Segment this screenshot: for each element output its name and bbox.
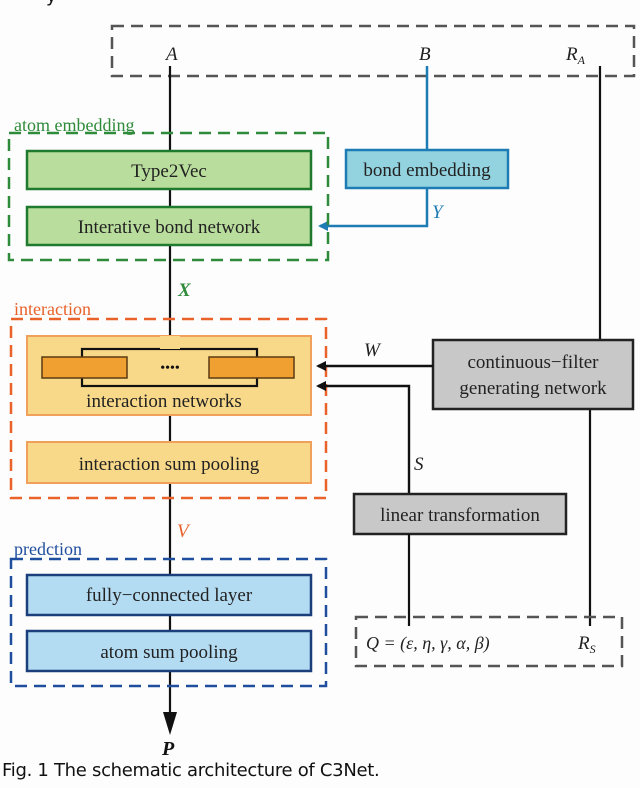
s-arrow-line bbox=[316, 381, 411, 494]
var-w: W bbox=[364, 340, 382, 361]
input-b: B bbox=[419, 44, 431, 65]
y-arrow-line bbox=[318, 188, 429, 231]
interaction-label: interaction bbox=[14, 299, 91, 319]
fully-connected-layer-label: fully−connected layer bbox=[86, 585, 253, 606]
input-q: Q = (ε, η, γ, α, β) bbox=[366, 633, 490, 654]
atom-sum-pooling-label: atom sum pooling bbox=[100, 642, 238, 663]
loop-frame-mask bbox=[160, 336, 180, 349]
input-ra: RA bbox=[565, 44, 586, 67]
prediction-label: predction bbox=[14, 539, 82, 559]
input-rs: RS bbox=[577, 633, 596, 656]
input-a: A bbox=[164, 44, 178, 65]
interaction-layer-last bbox=[208, 356, 295, 379]
interaction-sum-pooling-label: interaction sum pooling bbox=[79, 454, 260, 475]
bond-embedding-label: bond embedding bbox=[363, 160, 491, 181]
var-v: V bbox=[177, 521, 191, 542]
linear-transformation-label: linear transformation bbox=[380, 505, 540, 526]
figure-caption: Fig. 1 The schematic architecture of C3N… bbox=[2, 760, 380, 781]
interative-bond-network-label: Interative bond network bbox=[78, 217, 261, 238]
atom-embedding-label: atom embedding bbox=[14, 115, 134, 135]
architecture-diagram: A B RA bond embedding Y atom embedding T… bbox=[7, 24, 636, 760]
cfgn-label-line1: continuous−filter bbox=[467, 352, 599, 373]
output-arrowhead bbox=[163, 712, 177, 735]
interaction-dots: •••• bbox=[160, 361, 180, 376]
var-p: P bbox=[161, 738, 175, 760]
cfgn-label-line2: generating network bbox=[459, 378, 607, 399]
input-box-top bbox=[110, 24, 636, 78]
type2vec-label: Type2Vec bbox=[131, 161, 207, 182]
var-x: X bbox=[177, 280, 192, 301]
var-y: Y bbox=[432, 202, 445, 223]
interaction-networks-label: interaction networks bbox=[86, 391, 242, 412]
var-s: S bbox=[414, 454, 424, 475]
interaction-layer-first bbox=[41, 356, 128, 379]
